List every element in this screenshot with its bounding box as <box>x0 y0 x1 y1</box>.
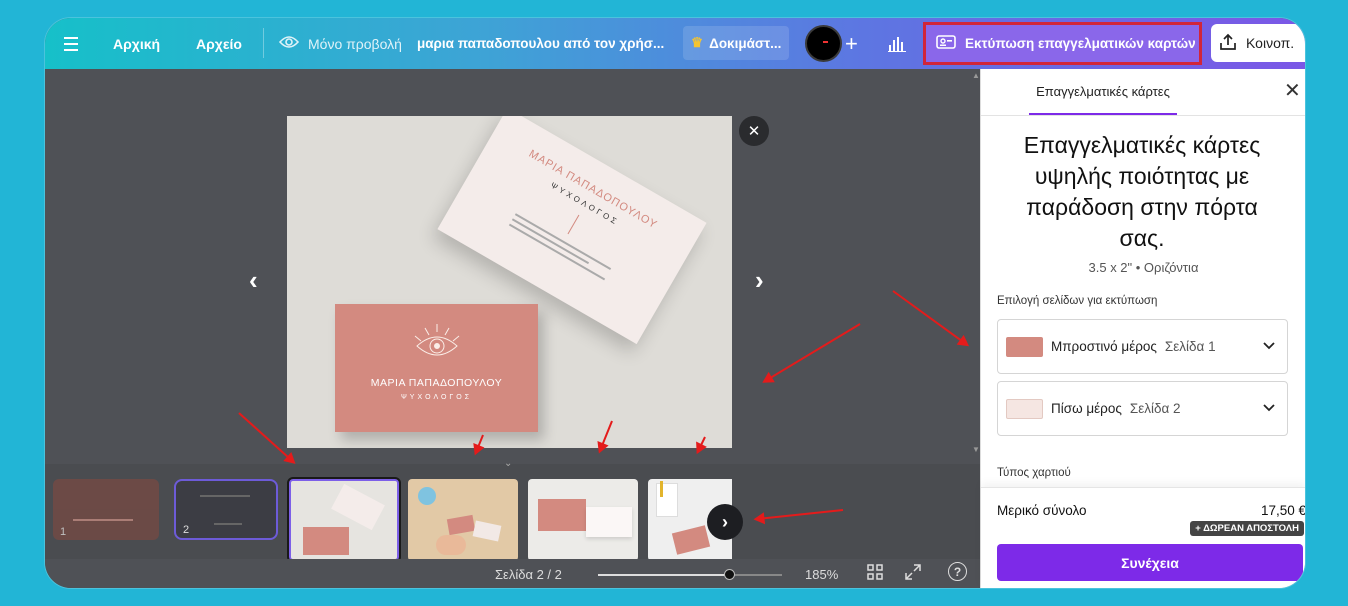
chevron-down-icon <box>1263 400 1275 415</box>
page-thumbnail-1[interactable]: 1 <box>53 479 159 540</box>
print-business-cards-button[interactable]: Εκτύπωση επαγγελματικών καρτών <box>923 22 1202 65</box>
page-thumbnail-2[interactable]: 2 <box>174 479 278 540</box>
file-menu-button[interactable]: Αρχείο <box>196 18 242 69</box>
mockup-preview-image: ΜΑΡΙΑ ΠΑΠΑΔΟΠΟΥΛΟΥ ΨΥΧΟΛΟΓΟΣ ΜΑΡΙΑ ΠΑΠΑΔ… <box>287 116 732 448</box>
zoom-slider[interactable] <box>598 569 782 580</box>
share-label: Κοινοπ. <box>1246 35 1295 51</box>
back-label: Πίσω μέρος <box>1051 401 1122 416</box>
card-back-divider <box>567 214 579 235</box>
next-arrow-icon[interactable]: › <box>755 265 764 296</box>
front-page-value: Σελίδα 1 <box>1164 339 1216 354</box>
chevron-down-icon <box>1263 338 1275 353</box>
bottom-bar: Σελίδα 2 / 2 185% ? <box>45 559 980 588</box>
paper-type-label: Τύπος χαρτιού <box>997 467 1071 479</box>
divider <box>263 28 264 58</box>
grid-view-icon[interactable] <box>867 564 883 583</box>
thumbnail-strip: ⌄ 1 2 › <box>45 458 980 563</box>
pages-label: Επιλογή σελίδων για εκτύπωση <box>997 295 1158 307</box>
card-back-lines <box>508 213 612 281</box>
home-button[interactable]: Αρχική <box>113 18 160 69</box>
panel-heading: Επαγγελματικές κάρτες υψηλής ποιότητας μ… <box>1023 132 1261 251</box>
tab-divider <box>981 115 1305 116</box>
back-page-value: Σελίδα 2 <box>1129 401 1181 416</box>
card-size-info: 3.5 x 2" • Οριζόντια <box>1088 260 1199 275</box>
card-front-title: ΨΥΧΟΛΟΓΟΣ <box>400 394 473 401</box>
avatar[interactable] <box>805 25 842 62</box>
add-collaborator-icon[interactable]: + <box>845 18 858 69</box>
close-panel-icon[interactable]: ✕ <box>1284 81 1301 101</box>
app-window: Αρχική Αρχείο Μόνο προβολή μαρια παπαδοπ… <box>45 18 1305 588</box>
preview-canvas: ΜΑΡΙΑ ΠΑΠΑΔΟΠΟΥΛΟΥ ΨΥΧΟΛΟΓΟΣ ΜΑΡΙΑ ΠΑΠΑΔ… <box>45 69 980 464</box>
fullscreen-icon[interactable] <box>905 564 921 583</box>
zoom-slider-handle[interactable] <box>724 569 736 580</box>
document-title[interactable]: μαρια παπαδοπουλου από τον χρήσ... <box>417 18 664 69</box>
try-pro-button[interactable]: ♛ Δοκιμάστ... <box>683 26 790 60</box>
scrollbar[interactable]: ▲ ▼ <box>970 69 980 464</box>
card-front-name: ΜΑΡΙΑ ΠΑΠΑΔΟΠΟΥΛΟΥ <box>370 377 503 389</box>
share-icon <box>1219 33 1237 54</box>
eye-icon <box>278 35 300 52</box>
view-only-label: Μόνο προβολή <box>308 35 402 52</box>
share-button[interactable]: Κοινοπ. <box>1211 24 1305 62</box>
top-bar: Αρχική Αρχείο Μόνο προβολή μαρια παπαδοπ… <box>45 18 1305 69</box>
zoom-level[interactable]: 185% <box>805 567 838 582</box>
mockup-thumbnail-1[interactable] <box>287 477 401 563</box>
card-back-name: ΜΑΡΙΑ ΠΑΠΑΔΟΠΟΥΛΟΥ <box>526 147 660 232</box>
continue-button[interactable]: Συνέχεια <box>997 544 1303 581</box>
print-panel: Επαγγελματικές κάρτες ✕ Επαγγελματικές κ… <box>980 69 1305 588</box>
page-number-2: 2 <box>183 524 190 536</box>
mockup-thumbnail-2[interactable] <box>408 479 518 561</box>
crown-icon: ♛ <box>691 35 704 50</box>
mockup-thumbnail-3[interactable] <box>528 479 638 561</box>
help-icon[interactable]: ? <box>948 562 967 581</box>
view-only-button[interactable]: Μόνο προβολή <box>278 18 402 69</box>
try-pro-label: Δοκιμάστ... <box>709 35 782 51</box>
business-card-front: ΜΑΡΙΑ ΠΑΠΑΔΟΠΟΥΛΟΥ ΨΥΧΟΛΟΓΟΣ <box>335 304 538 432</box>
close-preview-button[interactable]: ✕ <box>739 116 769 146</box>
print-business-cards-label: Εκτύπωση επαγγελματικών καρτών <box>965 36 1196 51</box>
scroll-thumbnails-right-button[interactable]: › <box>707 504 743 540</box>
page-number-1: 1 <box>60 526 67 538</box>
previous-arrow-icon[interactable]: ‹ <box>249 265 258 296</box>
tab-business-cards-label: Επαγγελματικές κάρτες <box>1036 83 1170 99</box>
front-thumbnail <box>1006 336 1043 357</box>
tab-business-cards[interactable]: Επαγγελματικές κάρτες <box>1029 69 1177 115</box>
panel-footer: Μερικό σύνολο 17,50 € + ΔΩΡΕΑΝ ΑΠΟΣΤΟΛΗ … <box>981 487 1305 588</box>
collapse-chevron-icon[interactable]: ⌄ <box>504 458 512 469</box>
menu-icon[interactable] <box>64 18 80 69</box>
card-back-title: ΨΥΧΟΛΟΓΟΣ <box>548 180 621 228</box>
insights-icon[interactable] <box>888 18 906 69</box>
front-label: Μπροστινό μέρος <box>1051 339 1157 354</box>
subtotal-label: Μερικό σύνολο <box>997 503 1087 518</box>
free-shipping-badge: + ΔΩΡΕΑΝ ΑΠΟΣΤΟΛΗ <box>1190 521 1304 536</box>
zoom-slider-fill <box>598 574 731 576</box>
back-page-select[interactable]: Πίσω μέρος Σελίδα 2 <box>997 381 1288 436</box>
page-indicator: Σελίδα 2 / 2 <box>495 567 562 582</box>
front-page-select[interactable]: Μπροστινό μέρος Σελίδα 1 <box>997 319 1288 374</box>
back-thumbnail <box>1006 398 1043 419</box>
eye-logo-icon <box>335 322 538 371</box>
business-card-icon <box>936 35 956 52</box>
subtotal-value: 17,50 € <box>1260 503 1305 518</box>
